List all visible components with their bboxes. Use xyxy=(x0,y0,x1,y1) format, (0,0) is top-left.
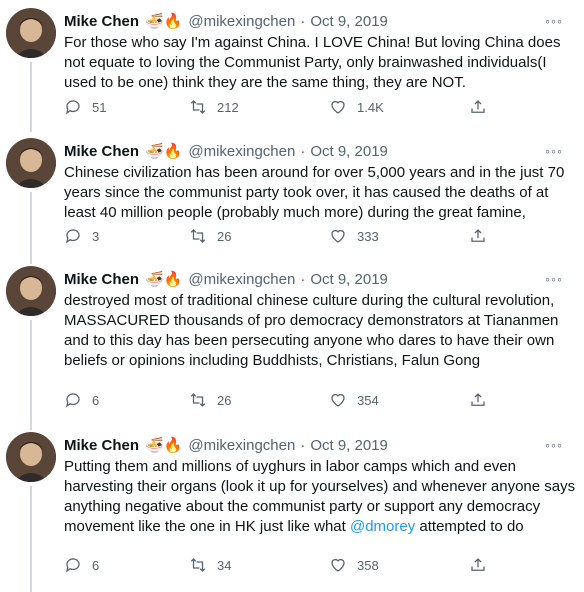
share-button[interactable] xyxy=(469,556,487,574)
more-options-icon[interactable]: ◦◦◦ xyxy=(542,140,566,162)
avatar-photo-icon xyxy=(6,8,56,58)
tweet-timestamp[interactable]: Oct 9, 2019 xyxy=(310,13,388,30)
share-button[interactable] xyxy=(469,227,487,245)
heart-icon xyxy=(331,229,345,243)
name-emoji: 🍜🔥 xyxy=(145,437,183,454)
avatar[interactable] xyxy=(6,432,56,482)
separator-dot: · xyxy=(300,12,306,30)
reply-button[interactable]: 51 xyxy=(64,98,106,116)
retweet-icon xyxy=(190,558,206,572)
retweet-icon xyxy=(190,229,206,243)
mention-link[interactable]: @dmorey xyxy=(350,518,415,535)
thread-connector-line xyxy=(30,62,32,132)
retweet-button[interactable]: 26 xyxy=(189,391,231,409)
like-button[interactable]: 333 xyxy=(329,227,379,245)
user-handle[interactable]: @mikexingchen xyxy=(188,437,295,454)
tweet[interactable]: Mike Chen 🍜🔥 @mikexingchen · Oct 9, 2019… xyxy=(0,258,584,430)
like-button[interactable]: 1.4K xyxy=(329,98,384,116)
tweet-header: Mike Chen 🍜🔥 @mikexingchen · Oct 9, 2019… xyxy=(64,268,574,290)
display-name[interactable]: Mike Chen xyxy=(64,437,139,454)
display-name[interactable]: Mike Chen xyxy=(64,143,139,160)
heart-icon xyxy=(331,100,345,114)
avatar[interactable] xyxy=(6,266,56,316)
avatar-photo-icon xyxy=(6,138,56,188)
retweet-count: 212 xyxy=(217,99,239,115)
tweet-header: Mike Chen 🍜🔥 @mikexingchen · Oct 9, 2019… xyxy=(64,140,574,162)
reply-icon xyxy=(66,100,80,115)
reply-button[interactable]: 6 xyxy=(64,556,99,574)
name-emoji: 🍜🔥 xyxy=(145,271,183,288)
separator-dot: · xyxy=(300,270,306,288)
thread-connector-line xyxy=(30,320,32,430)
retweet-button[interactable]: 34 xyxy=(189,556,231,574)
user-handle[interactable]: @mikexingchen xyxy=(188,13,295,30)
share-button[interactable] xyxy=(469,98,487,116)
tweet[interactable]: Mike Chen 🍜🔥 @mikexingchen · Oct 9, 2019… xyxy=(0,130,584,264)
tweet-header: Mike Chen 🍜🔥 @mikexingchen · Oct 9, 2019… xyxy=(64,10,574,32)
share-icon xyxy=(471,393,485,406)
share-icon xyxy=(471,229,485,242)
reply-count: 3 xyxy=(92,228,100,244)
share-icon xyxy=(471,558,485,571)
more-options-icon[interactable]: ◦◦◦ xyxy=(542,268,566,290)
tweet-text: Putting them and millions of uyghurs in … xyxy=(64,457,578,537)
reply-button[interactable]: 6 xyxy=(64,391,99,409)
tweet-actions: 51 212 1.4K xyxy=(64,96,494,118)
like-count: 1.4K xyxy=(357,99,384,115)
tweet-timestamp[interactable]: Oct 9, 2019 xyxy=(310,437,388,454)
tweet-actions: 3 26 333 xyxy=(64,225,494,247)
avatar-photo-icon xyxy=(6,266,56,316)
retweet-button[interactable]: 26 xyxy=(189,227,231,245)
display-name[interactable]: Mike Chen xyxy=(64,271,139,288)
more-options-icon[interactable]: ◦◦◦ xyxy=(542,434,566,456)
thread-connector-line xyxy=(30,486,32,592)
retweet-icon xyxy=(190,100,206,114)
tweet-actions: 6 34 358 xyxy=(64,554,494,576)
separator-dot: · xyxy=(300,436,306,454)
tweet-text: Chinese civilization has been around for… xyxy=(64,164,565,221)
reply-icon xyxy=(66,393,80,408)
reply-count: 6 xyxy=(92,392,100,408)
separator-dot: · xyxy=(300,142,306,160)
retweet-count: 26 xyxy=(217,392,232,408)
reply-icon xyxy=(66,558,80,573)
reply-count: 6 xyxy=(92,557,100,573)
name-emoji: 🍜🔥 xyxy=(145,143,183,160)
tweet-timestamp[interactable]: Oct 9, 2019 xyxy=(310,143,388,160)
tweet-text-part: attempted to do xyxy=(415,518,524,535)
tweet-text: destroyed most of traditional chinese cu… xyxy=(64,292,559,369)
display-name[interactable]: Mike Chen xyxy=(64,13,139,30)
reply-count: 51 xyxy=(92,99,107,115)
retweet-count: 34 xyxy=(217,557,232,573)
retweet-icon xyxy=(190,393,206,407)
thread-connector-line xyxy=(30,192,32,264)
tweet[interactable]: Mike Chen 🍜🔥 @mikexingchen · Oct 9, 2019… xyxy=(0,0,584,132)
like-button[interactable]: 354 xyxy=(329,391,379,409)
tweet-actions: 6 26 354 xyxy=(64,389,494,411)
share-button[interactable] xyxy=(469,391,487,409)
tweet-thread: Mike Chen 🍜🔥 @mikexingchen · Oct 9, 2019… xyxy=(0,0,584,592)
retweet-count: 26 xyxy=(217,228,232,244)
reply-button[interactable]: 3 xyxy=(64,227,99,245)
like-count: 333 xyxy=(357,228,379,244)
tweet-text: For those who say I'm against China. I L… xyxy=(64,34,561,91)
like-button[interactable]: 358 xyxy=(329,556,379,574)
user-handle[interactable]: @mikexingchen xyxy=(188,271,295,288)
user-handle[interactable]: @mikexingchen xyxy=(188,143,295,160)
heart-icon xyxy=(331,558,345,572)
tweet-timestamp[interactable]: Oct 9, 2019 xyxy=(310,271,388,288)
tweet-header: Mike Chen 🍜🔥 @mikexingchen · Oct 9, 2019… xyxy=(64,434,574,456)
retweet-button[interactable]: 212 xyxy=(189,98,239,116)
share-icon xyxy=(471,100,485,113)
more-options-icon[interactable]: ◦◦◦ xyxy=(542,10,566,32)
name-emoji: 🍜🔥 xyxy=(145,13,183,30)
avatar-photo-icon xyxy=(6,432,56,482)
tweet[interactable]: Mike Chen 🍜🔥 @mikexingchen · Oct 9, 2019… xyxy=(0,424,584,592)
like-count: 358 xyxy=(357,557,379,573)
avatar[interactable] xyxy=(6,8,56,58)
reply-icon xyxy=(66,229,80,244)
avatar[interactable] xyxy=(6,138,56,188)
heart-icon xyxy=(331,393,345,407)
like-count: 354 xyxy=(357,392,379,408)
